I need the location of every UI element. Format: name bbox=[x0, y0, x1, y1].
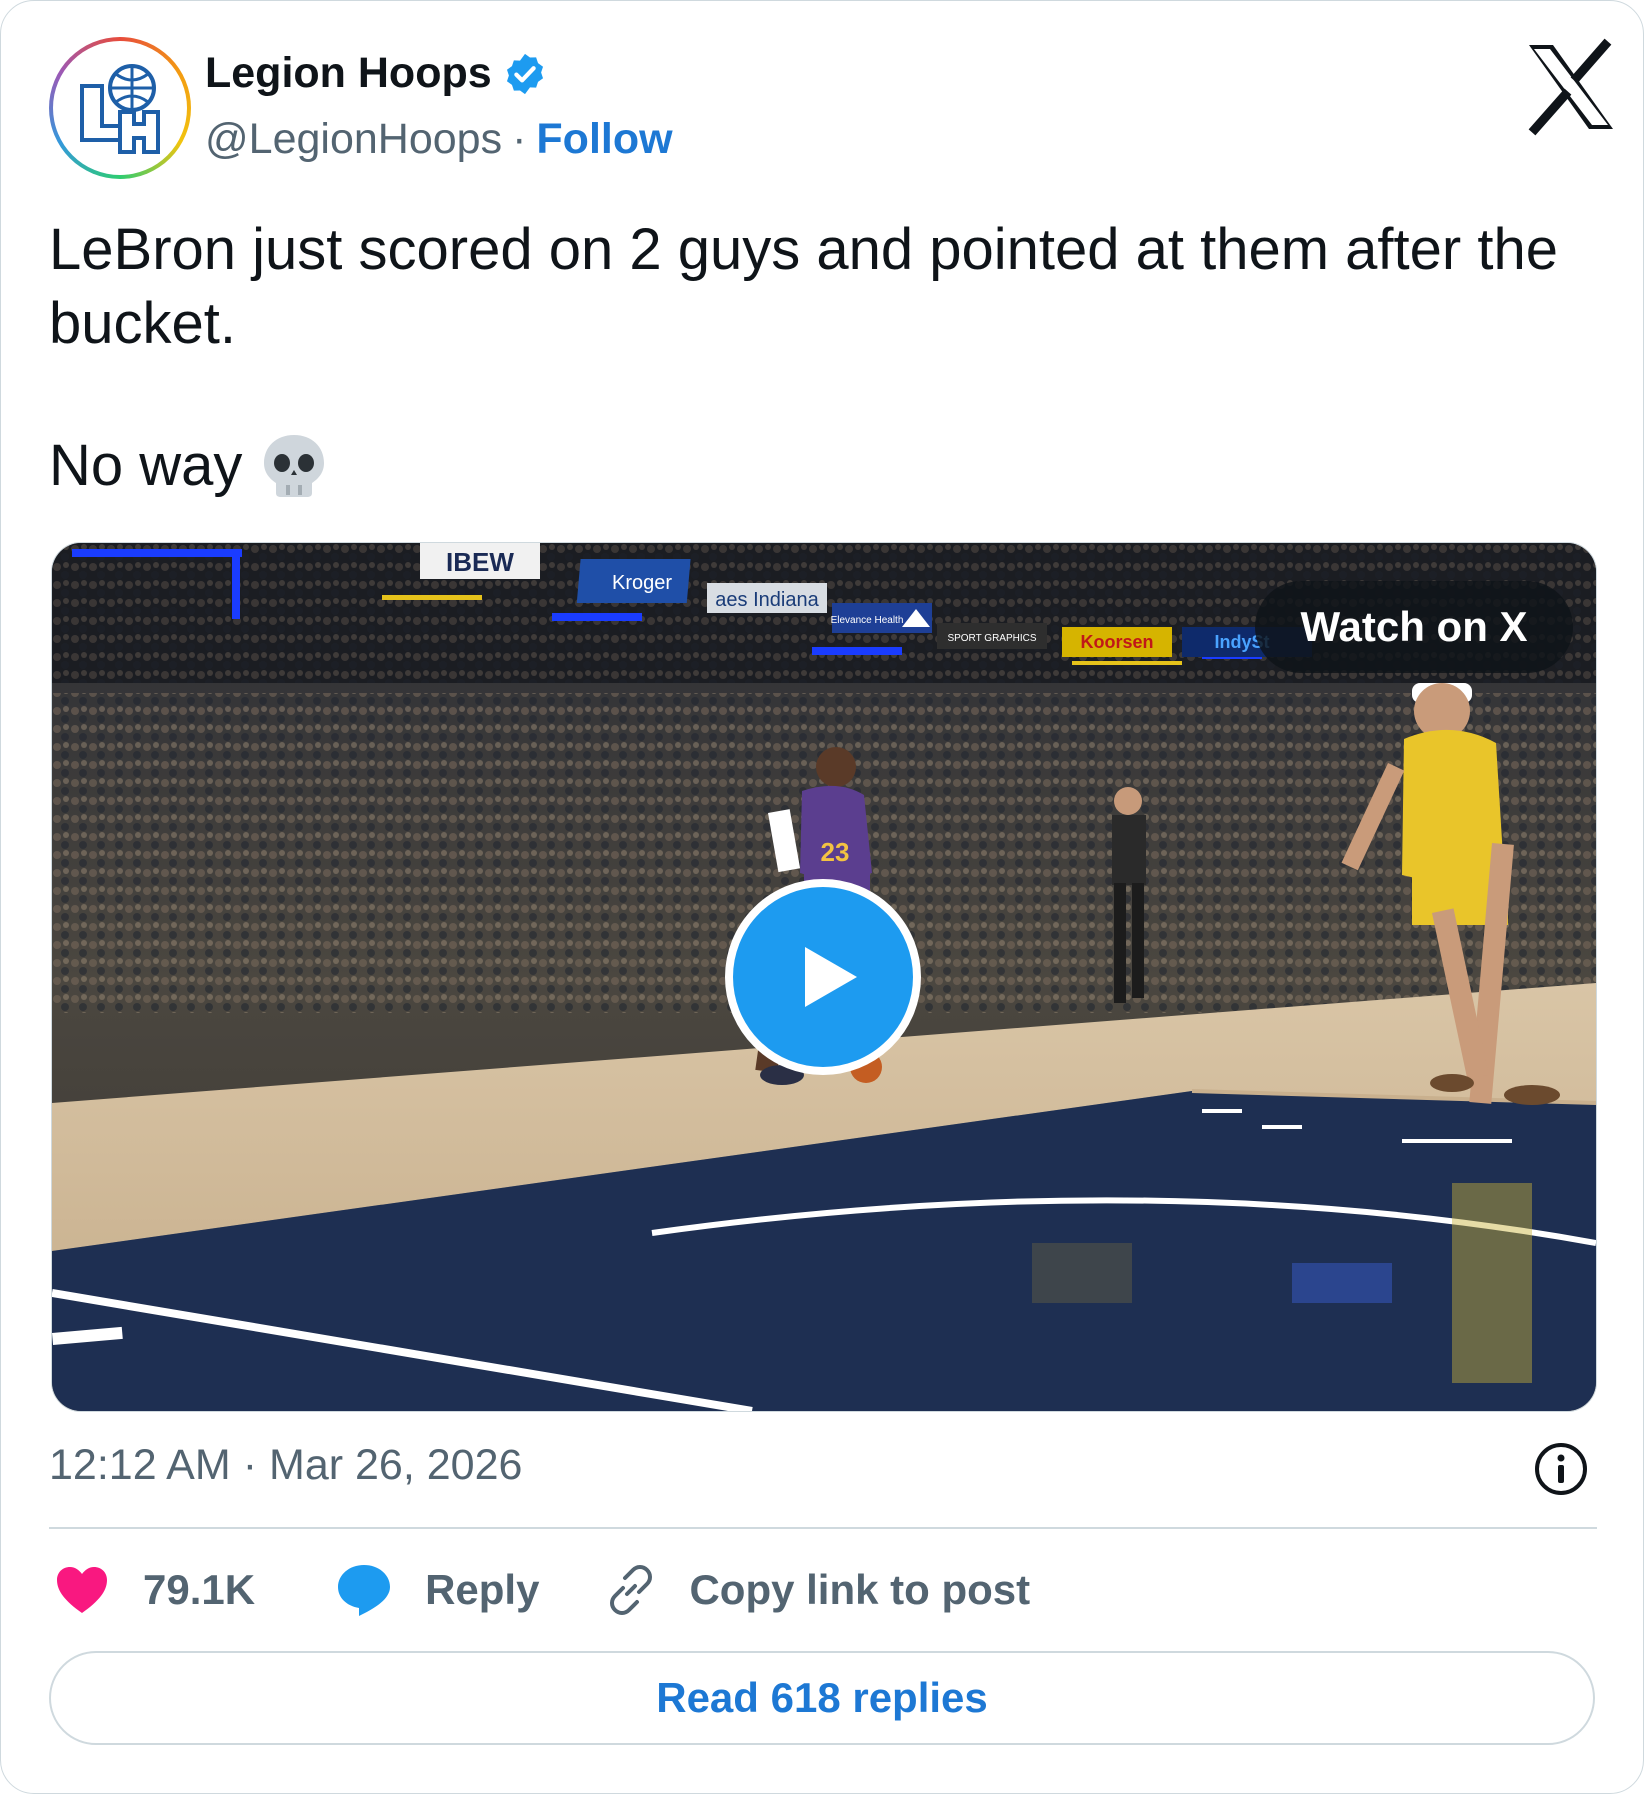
legion-hoops-logo bbox=[80, 64, 160, 154]
like-button[interactable]: 79.1K bbox=[55, 1565, 255, 1615]
verified-badge-icon bbox=[506, 53, 543, 94]
x-logo-icon[interactable] bbox=[1521, 37, 1621, 137]
info-icon[interactable] bbox=[1533, 1441, 1589, 1497]
post-timestamp[interactable]: 12:12 AM · Mar 26, 2026 bbox=[49, 1441, 522, 1490]
banner-kroger: Kroger bbox=[612, 572, 672, 594]
author-handle[interactable]: @LegionHoops bbox=[205, 115, 502, 164]
heart-icon bbox=[57, 1567, 107, 1613]
watch-on-x-button[interactable]: Watch on X bbox=[1255, 581, 1573, 673]
post-actions: 79.1K Reply Copy link to post bbox=[55, 1559, 1030, 1621]
banner-sport-graphics: SPORT GRAPHICS bbox=[947, 633, 1036, 644]
post-time: 12:12 AM bbox=[49, 1441, 231, 1489]
skull-emoji-icon bbox=[264, 435, 325, 497]
reply-button[interactable]: Reply bbox=[335, 1563, 539, 1617]
reply-bubble-icon bbox=[338, 1565, 391, 1616]
jersey-number: 23 bbox=[821, 837, 850, 867]
play-icon bbox=[805, 947, 857, 1007]
play-button[interactable] bbox=[725, 879, 921, 1075]
read-replies-button[interactable]: Read 618 replies bbox=[49, 1651, 1595, 1745]
author-handle-row: @LegionHoops · Follow bbox=[205, 115, 673, 164]
post-date: Mar 26, 2026 bbox=[269, 1441, 523, 1489]
avatar[interactable] bbox=[49, 37, 191, 179]
handle-separator: · bbox=[512, 115, 527, 163]
post-text-line2-row: No way bbox=[49, 429, 330, 501]
post-text: LeBron just scored on 2 guys and pointed… bbox=[49, 213, 1569, 361]
like-count: 79.1K bbox=[143, 1566, 256, 1613]
embedded-post-card: Legion Hoops @LegionHoops · Follow LeBro… bbox=[0, 0, 1644, 1794]
divider bbox=[49, 1527, 1597, 1529]
banner-koorsen: Koorsen bbox=[1080, 632, 1153, 652]
banner-ibew: IBEW bbox=[446, 547, 514, 577]
banner-aes: aes Indiana bbox=[715, 589, 819, 611]
copy-link-button[interactable]: Copy link to post bbox=[605, 1564, 1030, 1616]
link-icon bbox=[610, 1565, 653, 1615]
post-text-line1: LeBron just scored on 2 guys and pointed… bbox=[49, 217, 1558, 356]
banner-elevance: Elevance Health bbox=[831, 615, 904, 626]
author-name[interactable]: Legion Hoops bbox=[205, 49, 492, 98]
copy-link-label: Copy link to post bbox=[689, 1566, 1031, 1613]
post-text-line2: No way bbox=[49, 432, 243, 498]
author-name-row: Legion Hoops bbox=[205, 49, 548, 98]
follow-button[interactable]: Follow bbox=[536, 115, 672, 164]
timestamp-separator: · bbox=[242, 1441, 258, 1489]
reply-label: Reply bbox=[425, 1566, 540, 1613]
